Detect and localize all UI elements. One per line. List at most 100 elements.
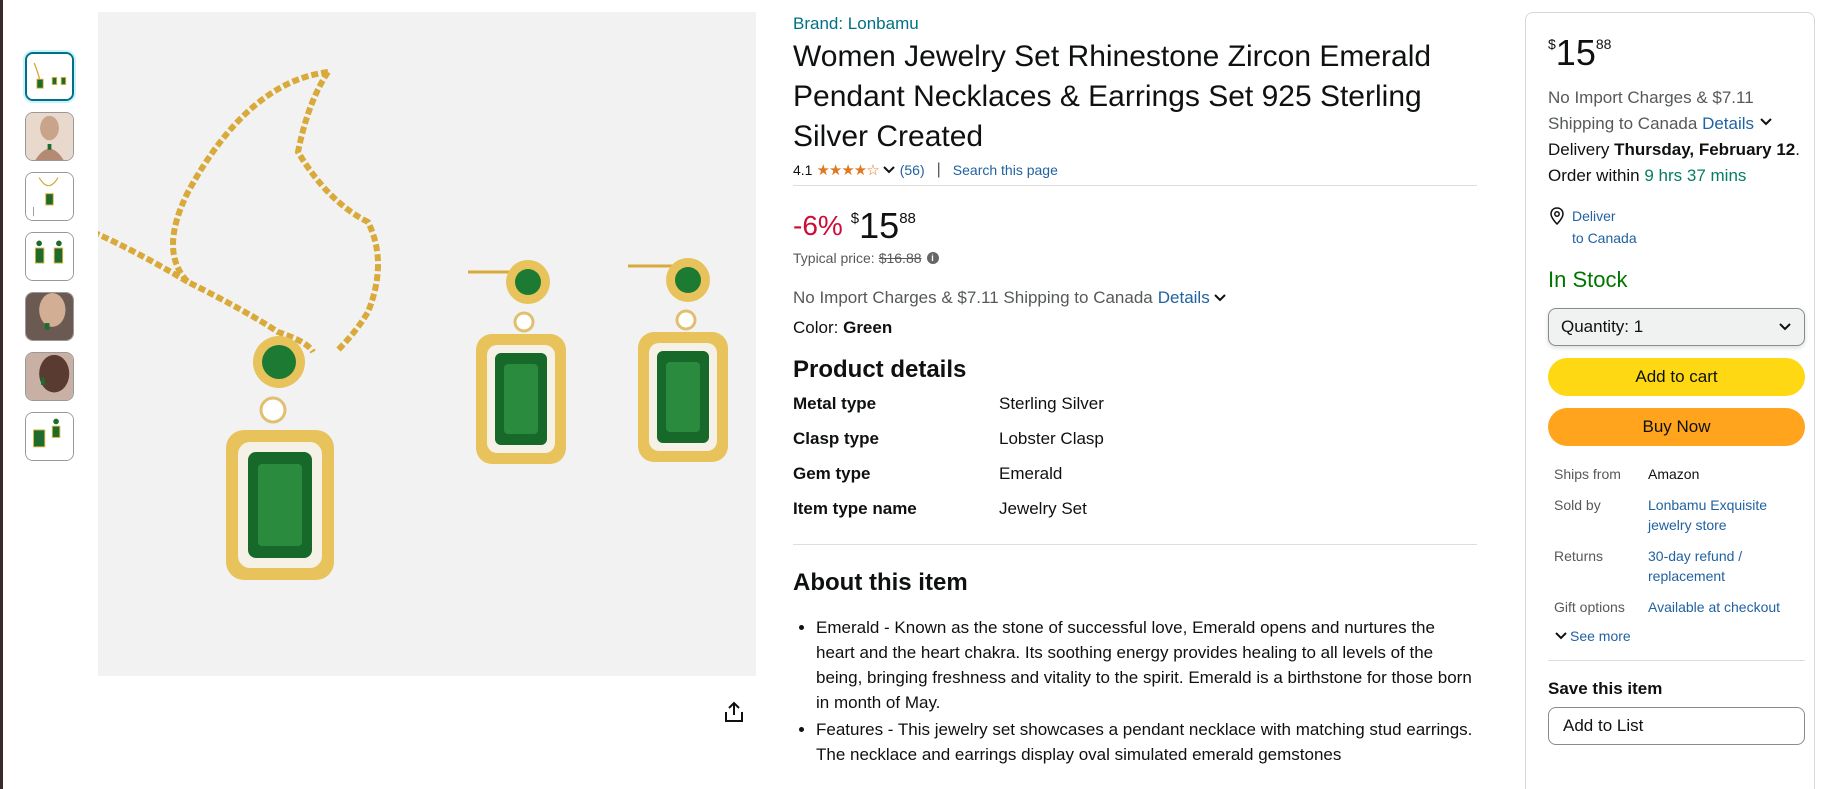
thumbnail-2[interactable]	[25, 112, 74, 161]
product-title: Women Jewelry Set Rhinestone Zircon Emer…	[793, 40, 1432, 153]
list-item: Features - This jewelry set showcases a …	[816, 717, 1477, 767]
details-link[interactable]: Details	[1702, 114, 1754, 133]
detail-value: Jewelry Set	[999, 499, 1087, 518]
price-block: -6% $ 15 88	[793, 208, 1477, 244]
color-row: Color: Green	[793, 318, 1477, 338]
save-item-heading: Save this item	[1548, 679, 1663, 698]
product-details-table: Metal type Sterling Silver Clasp type Lobs…	[793, 394, 1104, 534]
table-row: Item type name Jewelry Set	[793, 499, 1104, 534]
quantity-value: 1	[1633, 317, 1644, 336]
price-whole: 15	[1555, 32, 1596, 73]
add-to-list-button[interactable]: Add to List	[1548, 707, 1805, 745]
price-currency: $	[1548, 36, 1556, 52]
divider	[793, 544, 1477, 545]
price-currency: $	[850, 210, 860, 227]
thumbnail-1[interactable]	[25, 52, 74, 101]
buy-box: $ 15 88 No Import Charges & $7.11 Shippi…	[1525, 12, 1815, 789]
typical-price-label: Typical price:	[793, 250, 875, 266]
discount-percent: -6%	[793, 210, 843, 241]
add-to-cart-button[interactable]: Add to cart	[1548, 358, 1805, 396]
detail-value: Lobster Clasp	[999, 429, 1104, 448]
detail-key: Item type name	[793, 499, 917, 518]
star-rating-icon[interactable]: ★★★★☆	[816, 161, 879, 179]
thumbnail-7[interactable]	[25, 412, 74, 461]
gift-options-label: Gift options	[1554, 599, 1625, 615]
thumbnail-6[interactable]	[25, 352, 74, 401]
rating-row: 4.1 ★★★★☆ (56) | Search this page	[793, 161, 1477, 186]
deliver-to-link[interactable]: Deliver to Canada	[1548, 205, 1814, 249]
chevron-down-icon	[1555, 632, 1567, 640]
deliver-to-line2[interactable]: to Canada	[1572, 227, 1637, 249]
order-within: Order within 9 hrs 37 mins	[1548, 163, 1814, 189]
thumbnail-strip	[25, 52, 76, 472]
sold-by-link[interactable]: Lonbamu Exquisite jewelry store	[1648, 495, 1814, 546]
product-details-heading: Product details	[793, 356, 967, 383]
delivery-prefix: Delivery	[1548, 140, 1610, 159]
about-list: Emerald - Known as the stone of successf…	[793, 615, 1477, 767]
detail-key: Clasp type	[793, 429, 879, 448]
price-fraction: 88	[899, 210, 916, 227]
about-heading: About this item	[793, 569, 968, 596]
see-more-label: See more	[1570, 628, 1631, 644]
detail-key: Metal type	[793, 394, 877, 413]
returns-link[interactable]: 30-day refund / replacement	[1648, 546, 1814, 597]
quantity-label: Quantity:	[1561, 317, 1630, 336]
thumbnail-3[interactable]	[25, 172, 74, 221]
thumbnail-4[interactable]	[25, 232, 74, 281]
window-edge	[0, 0, 3, 789]
thumbnail-5[interactable]	[25, 292, 74, 341]
details-link[interactable]: Details	[1158, 288, 1210, 308]
import-charges-text: No Import Charges & $7.11 Shipping to Ca…	[793, 288, 1153, 307]
rating-value: 4.1	[793, 162, 813, 178]
stock-status: In Stock	[1548, 267, 1628, 292]
search-this-page-link[interactable]: Search this page	[953, 162, 1058, 178]
location-pin-icon	[1550, 207, 1564, 225]
main-product-image[interactable]	[98, 12, 756, 676]
typical-price-value: $16.88	[878, 250, 922, 266]
delivery-date: Thursday, February 12	[1614, 140, 1796, 159]
gift-options-link[interactable]: Available at checkout	[1648, 597, 1814, 628]
table-row: Gift options Available at checkout	[1554, 597, 1814, 628]
brand-link[interactable]: Brand: Lonbamu	[793, 14, 919, 34]
quantity-select[interactable]: Quantity: 1	[1548, 308, 1805, 346]
buybox-price: $ 15 88	[1548, 33, 1814, 73]
sold-by-label: Sold by	[1554, 497, 1601, 513]
table-row: Gem type Emerald	[793, 464, 1104, 499]
color-label: Color:	[793, 318, 839, 337]
import-charges-row: No Import Charges & $7.11 Shipping to Ca…	[793, 288, 1477, 308]
table-row: Returns 30-day refund / replacement	[1554, 546, 1814, 597]
chevron-down-icon[interactable]	[1213, 291, 1227, 305]
separator: |	[936, 161, 941, 178]
list-item: Emerald - Known as the stone of successf…	[816, 615, 1477, 715]
table-row: Clasp type Lobster Clasp	[793, 429, 1104, 464]
order-within-prefix: Order within	[1548, 166, 1640, 185]
returns-label: Returns	[1554, 548, 1604, 564]
order-within-time: 9 hrs 37 mins	[1644, 166, 1747, 185]
ships-from-label: Ships from	[1554, 466, 1621, 482]
table-row: Sold by Lonbamu Exquisite jewelry store	[1554, 495, 1814, 546]
chevron-down-icon	[1779, 323, 1791, 331]
detail-value: Sterling Silver	[999, 394, 1104, 413]
color-value: Green	[843, 318, 893, 337]
detail-key: Gem type	[793, 464, 871, 483]
chevron-down-icon[interactable]	[1759, 115, 1773, 129]
price-fraction: 88	[1595, 36, 1612, 52]
price-whole: 15	[859, 205, 900, 246]
seller-info-table: Ships from Amazon Sold by Lonbamu Exquisit…	[1554, 464, 1814, 628]
divider	[1548, 660, 1805, 661]
table-row: Metal type Sterling Silver	[793, 394, 1104, 429]
ships-from-value: Amazon	[1648, 466, 1700, 482]
deliver-to-line1[interactable]: Deliver	[1572, 205, 1637, 227]
typical-price-row: Typical price: $16.88 i	[793, 250, 1477, 266]
product-info: Brand: Lonbamu Women Jewelry Set Rhinest…	[793, 14, 1477, 769]
review-count-link[interactable]: (56)	[900, 162, 925, 178]
info-icon[interactable]: i	[926, 252, 939, 264]
buy-now-button[interactable]: Buy Now	[1548, 408, 1805, 446]
delivery-info: Delivery Thursday, February 12.	[1548, 140, 1800, 159]
detail-value: Emerald	[999, 464, 1063, 483]
see-more-link[interactable]: See more	[1554, 628, 1814, 644]
chevron-down-icon[interactable]	[882, 163, 896, 177]
buybox-import-charges: No Import Charges & $7.11 Shipping to Ca…	[1548, 85, 1814, 137]
table-row: Ships from Amazon	[1554, 464, 1814, 495]
share-icon[interactable]	[719, 697, 749, 727]
